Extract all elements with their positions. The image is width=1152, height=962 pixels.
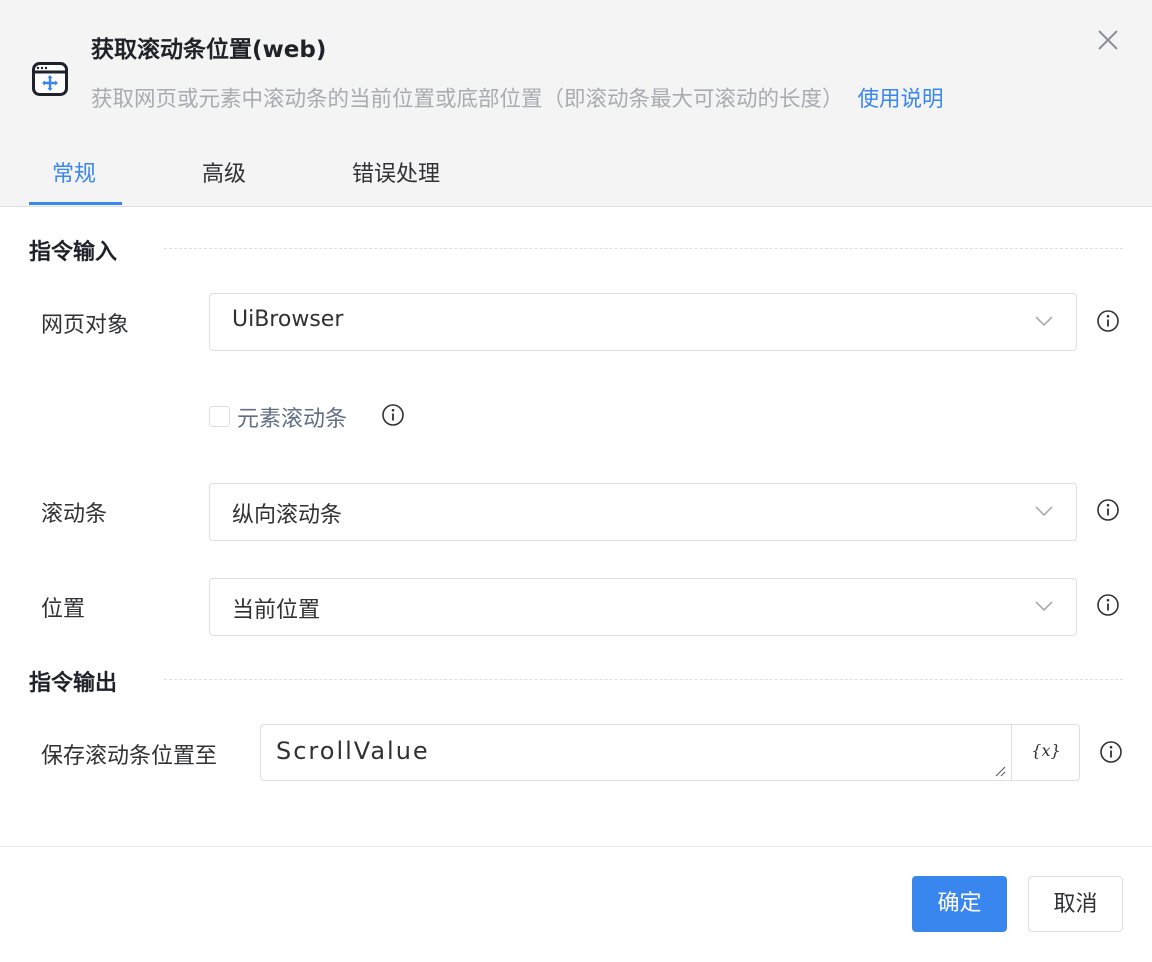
output-section-title: 指令输出 xyxy=(29,671,118,696)
active-tab-indicator xyxy=(29,202,122,205)
info-icon[interactable] xyxy=(1096,309,1120,333)
input-section-title: 指令输入 xyxy=(29,240,118,265)
section-divider xyxy=(164,679,1123,680)
element-scroll-checkbox[interactable] xyxy=(209,406,230,427)
chevron-down-icon xyxy=(1035,506,1053,517)
variable-icon: {x} xyxy=(1031,741,1061,760)
web-object-select[interactable]: UiBrowser xyxy=(209,293,1077,351)
web-object-value: UiBrowser xyxy=(232,307,344,332)
section-divider xyxy=(164,248,1123,249)
dialog-description: 获取网页或元素中滚动条的当前位置或底部位置（即滚动条最大可滚动的长度） xyxy=(91,87,844,112)
element-scroll-label[interactable]: 元素滚动条 xyxy=(237,401,347,433)
insert-variable-button[interactable]: {x} xyxy=(1011,725,1080,780)
position-value: 当前位置 xyxy=(232,598,321,623)
chevron-down-icon xyxy=(1035,316,1053,327)
web-object-label: 网页对象 xyxy=(41,313,130,338)
info-icon[interactable] xyxy=(1099,740,1123,764)
save-to-label: 保存滚动条位置至 xyxy=(41,744,218,769)
dialog-title: 获取滚动条位置(web) xyxy=(91,37,327,63)
save-to-field[interactable]: ScrollValue {x} xyxy=(260,724,1080,781)
help-link[interactable]: 使用说明 xyxy=(858,87,944,112)
scrollbar-value: 纵向滚动条 xyxy=(232,503,343,528)
cancel-button[interactable]: 取消 xyxy=(1028,876,1123,932)
info-icon[interactable] xyxy=(1096,498,1120,522)
browser-window-icon xyxy=(32,62,68,96)
info-icon[interactable] xyxy=(1096,593,1120,617)
tab-error-handling[interactable]: 错误处理 xyxy=(352,156,440,188)
position-select[interactable]: 当前位置 xyxy=(209,578,1077,636)
scrollbar-label: 滚动条 xyxy=(41,502,108,527)
save-to-value[interactable]: ScrollValue xyxy=(276,737,430,765)
dialog-header: 获取滚动条位置(web) 获取网页或元素中滚动条的当前位置或底部位置（即滚动条最… xyxy=(0,0,1152,207)
resize-handle-icon[interactable] xyxy=(994,765,1006,777)
footer-divider xyxy=(0,846,1152,847)
chevron-down-icon xyxy=(1035,601,1053,612)
tab-general[interactable]: 常规 xyxy=(52,156,96,188)
scrollbar-select[interactable]: 纵向滚动条 xyxy=(209,483,1077,541)
tab-advanced[interactable]: 高级 xyxy=(202,156,246,188)
info-icon[interactable] xyxy=(381,403,405,427)
close-icon[interactable] xyxy=(1094,26,1122,54)
confirm-button[interactable]: 确定 xyxy=(912,876,1007,932)
position-label: 位置 xyxy=(41,597,86,622)
dialog-description-row: 获取网页或元素中滚动条的当前位置或底部位置（即滚动条最大可滚动的长度） 使用说明 xyxy=(91,82,944,113)
